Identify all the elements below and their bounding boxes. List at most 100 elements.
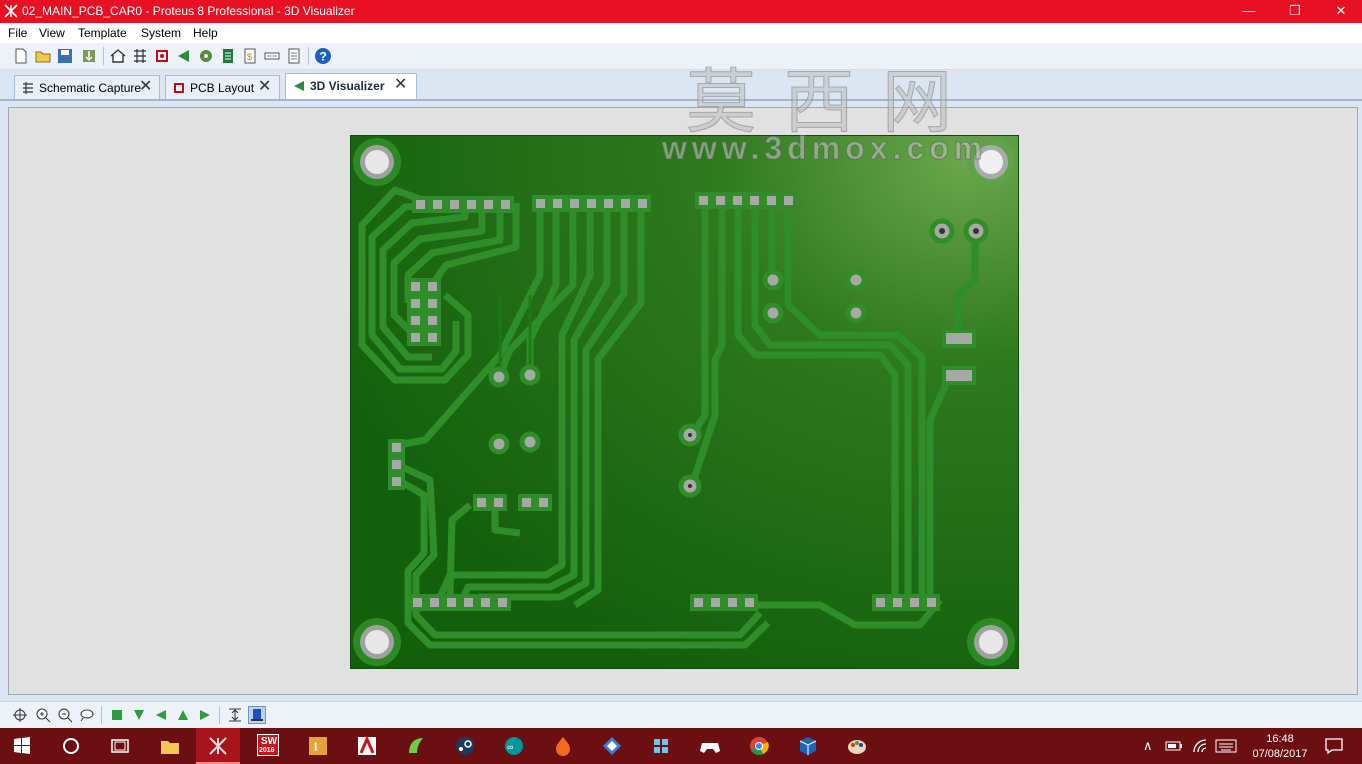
3d-view-icon[interactable] bbox=[175, 47, 193, 65]
virtualbox-icon bbox=[799, 737, 817, 755]
solidworks-icon: SW 2016 bbox=[257, 734, 279, 756]
right-view-icon[interactable] bbox=[197, 707, 213, 723]
tab-label: Schematic Capture bbox=[39, 81, 142, 95]
puzzle-app-button[interactable] bbox=[639, 728, 683, 764]
clock-date: 07/08/2017 bbox=[1252, 748, 1308, 760]
close-window-button[interactable]: ✕ bbox=[1318, 0, 1362, 23]
diamond-app-button[interactable] bbox=[590, 728, 634, 764]
home-icon[interactable] bbox=[109, 47, 127, 65]
pcb-board-render[interactable] bbox=[350, 135, 1019, 669]
windows-start-icon bbox=[14, 737, 30, 754]
close-tab-icon[interactable]: ✕ bbox=[258, 79, 271, 95]
keyboard-icon[interactable] bbox=[1215, 739, 1237, 753]
solidworks-button[interactable]: SW 2016 bbox=[246, 728, 290, 764]
tab-schematic-capture[interactable]: Schematic Capture ✕ bbox=[14, 75, 160, 99]
menu-help[interactable]: Help bbox=[193, 26, 218, 40]
app-diamond-icon bbox=[603, 737, 621, 755]
svg-text:∞: ∞ bbox=[507, 742, 513, 752]
open-folder-icon[interactable] bbox=[34, 47, 52, 65]
save-icon[interactable] bbox=[56, 47, 74, 65]
title-bar: 02_MAIN_PCB_CAR0 - Proteus 8 Professiona… bbox=[0, 0, 1362, 23]
show-hidden-icons-icon[interactable]: ∧ bbox=[1143, 738, 1153, 754]
main-toolbar: $ ? bbox=[0, 43, 1362, 70]
gamepad-icon bbox=[700, 743, 720, 753]
steam-button[interactable] bbox=[443, 728, 487, 764]
app-orange-icon bbox=[556, 737, 570, 756]
tab-label: 3D Visualizer bbox=[310, 79, 385, 93]
board-view-icon[interactable] bbox=[248, 706, 266, 724]
left-view-icon[interactable] bbox=[153, 707, 169, 723]
3d-visualizer-icon bbox=[294, 81, 304, 91]
chrome-icon bbox=[750, 737, 769, 755]
wifi-icon[interactable] bbox=[1192, 738, 1208, 754]
windows-taskbar: SW 2016 I ∞ ∧ 16:48 07/08/2017 bbox=[0, 728, 1362, 764]
close-tab-icon[interactable]: ✕ bbox=[394, 77, 407, 93]
task-view-icon bbox=[111, 739, 129, 753]
autocad-button[interactable] bbox=[345, 728, 389, 764]
cortana-button[interactable] bbox=[49, 728, 93, 764]
zoom-out-icon[interactable] bbox=[57, 707, 73, 723]
file-explorer-button[interactable] bbox=[148, 728, 192, 764]
arduino-button[interactable]: ∞ bbox=[492, 728, 536, 764]
chrome-button[interactable] bbox=[737, 728, 781, 764]
front-view-icon[interactable] bbox=[131, 707, 147, 723]
pcb-icon bbox=[174, 83, 184, 93]
app-green-icon bbox=[409, 738, 423, 753]
menu-file[interactable]: File bbox=[8, 26, 27, 40]
virtualbox-button[interactable] bbox=[786, 728, 830, 764]
view-toolbar bbox=[0, 701, 1362, 729]
autocad-icon bbox=[358, 735, 376, 755]
watermark-url: www.3dmox.com bbox=[661, 130, 988, 167]
task-view-button[interactable] bbox=[98, 728, 142, 764]
file-explorer-icon bbox=[161, 741, 179, 754]
paint-icon bbox=[848, 740, 866, 754]
new-file-icon[interactable] bbox=[12, 47, 30, 65]
arduino-icon: ∞ bbox=[505, 737, 523, 755]
zoom-extents-icon[interactable] bbox=[79, 707, 95, 723]
bom-icon[interactable] bbox=[219, 47, 237, 65]
restore-button[interactable]: ❐ bbox=[1272, 0, 1318, 23]
pcb-icon[interactable] bbox=[153, 47, 171, 65]
menu-system[interactable]: System bbox=[141, 26, 181, 40]
inventor-button[interactable]: I bbox=[296, 728, 340, 764]
battery-icon[interactable] bbox=[1165, 740, 1183, 752]
pan-icon[interactable] bbox=[12, 707, 28, 723]
design-explorer-icon[interactable]: $ bbox=[241, 47, 259, 65]
solidworks-badge: SW bbox=[261, 736, 278, 747]
zoom-in-icon[interactable] bbox=[35, 707, 51, 723]
gerber-icon[interactable] bbox=[197, 47, 215, 65]
green-app-button[interactable] bbox=[394, 728, 438, 764]
tab-3d-visualizer[interactable]: 3D Visualizer ✕ bbox=[285, 73, 417, 99]
minimize-button[interactable]: — bbox=[1226, 0, 1272, 23]
document-icon[interactable] bbox=[285, 47, 303, 65]
orange-app-button[interactable] bbox=[541, 728, 585, 764]
proteus-icon bbox=[209, 737, 227, 755]
schematic-icon[interactable] bbox=[131, 47, 149, 65]
top-view-icon[interactable] bbox=[109, 707, 125, 723]
notifications-icon[interactable] bbox=[1325, 738, 1343, 754]
paint-button[interactable] bbox=[835, 728, 879, 764]
window-title: 02_MAIN_PCB_CAR0 - Proteus 8 Professiona… bbox=[22, 4, 355, 18]
proteus-app-icon bbox=[4, 4, 18, 18]
tab-label: PCB Layout bbox=[190, 81, 255, 95]
svg-text:?: ? bbox=[320, 50, 327, 64]
help-icon[interactable]: ? bbox=[314, 47, 332, 65]
proteus-taskbar-button[interactable] bbox=[196, 728, 240, 764]
windows-start-button[interactable] bbox=[0, 728, 44, 764]
taskbar-clock[interactable]: 16:48 07/08/2017 bbox=[1244, 732, 1316, 762]
tab-pcb-layout[interactable]: PCB Layout ✕ bbox=[165, 75, 280, 99]
schematic-icon bbox=[23, 82, 33, 94]
menu-view[interactable]: View bbox=[39, 26, 65, 40]
document-tabs: Schematic Capture ✕ PCB Layout ✕ 3D Visu… bbox=[0, 70, 1362, 101]
back-view-icon[interactable] bbox=[175, 707, 191, 723]
svg-text:I: I bbox=[314, 740, 317, 754]
height-icon[interactable] bbox=[227, 707, 243, 723]
close-tab-icon[interactable]: ✕ bbox=[139, 79, 152, 95]
notes-icon[interactable] bbox=[263, 47, 281, 65]
menu-bar: File View Template System Help bbox=[0, 23, 1362, 43]
gamepad-button[interactable] bbox=[688, 728, 732, 764]
import-icon[interactable] bbox=[80, 47, 98, 65]
menu-template[interactable]: Template bbox=[78, 26, 127, 40]
steam-icon bbox=[456, 737, 474, 755]
3d-viewport[interactable] bbox=[8, 107, 1358, 695]
